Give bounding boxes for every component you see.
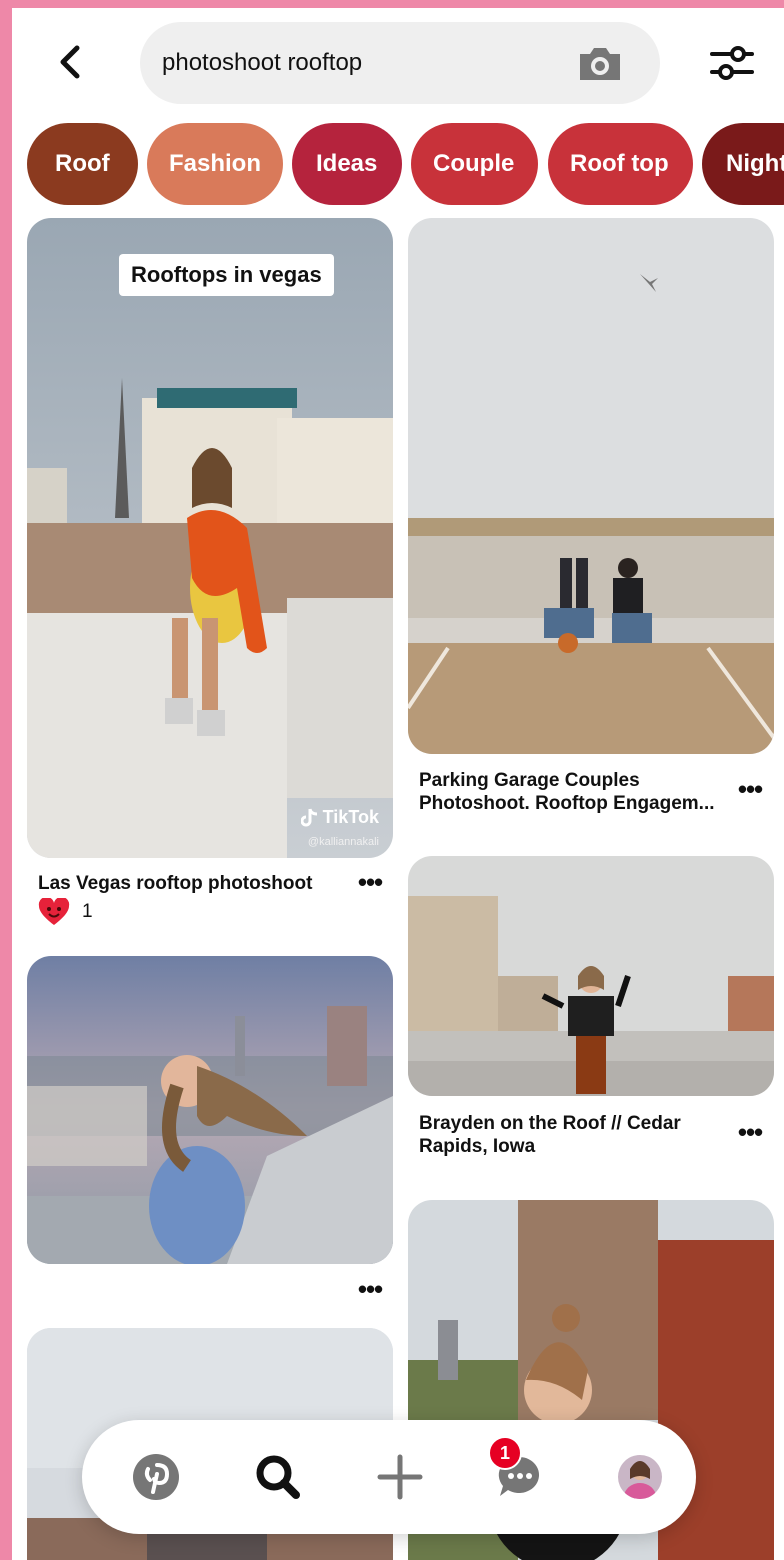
pin-more-button[interactable]: ••• (352, 1276, 388, 1302)
chip-roof-top[interactable]: Roof top (548, 123, 693, 205)
chip-couple[interactable]: Couple (411, 123, 538, 205)
heart-reaction-icon (38, 898, 70, 925)
create-icon (377, 1454, 423, 1500)
camera-search-button[interactable] (576, 44, 624, 84)
back-button[interactable] (48, 40, 92, 84)
nav-profile-button[interactable] (608, 1445, 672, 1509)
pin-more-button[interactable]: ••• (732, 1119, 768, 1145)
pin-image-wind[interactable] (27, 956, 393, 1264)
vegas-photo (27, 218, 393, 858)
pin-more-button[interactable]: ••• (732, 776, 768, 802)
pin-image-garage[interactable] (408, 218, 774, 754)
bottom-nav-bar (82, 1420, 696, 1534)
pin-overlay-label: Rooftops in vegas (119, 254, 334, 296)
messages-badge: 1 (488, 1436, 522, 1470)
pin-title[interactable]: Parking Garage Couples Photoshoot. Rooft… (419, 769, 715, 815)
pin-title[interactable]: Brayden on the Roof // Cedar Rapids, Iow… (419, 1112, 681, 1158)
camera-icon (580, 48, 620, 80)
chip-night[interactable]: Night (702, 123, 784, 205)
pin-image-vegas[interactable]: Rooftops in vegas TikTok @kalliannakali (27, 218, 393, 858)
sliders-icon (710, 46, 754, 80)
nav-search-button[interactable] (246, 1445, 310, 1509)
chip-roof[interactable]: Roof (27, 123, 138, 205)
garage-photo (408, 218, 774, 754)
profile-avatar (618, 1455, 662, 1499)
tiktok-logo-icon (300, 808, 317, 826)
search-results-screen: Roof Fashion Ideas Couple Roof top Night (12, 8, 784, 1560)
search-icon (256, 1455, 300, 1499)
pin-reactions: 1 (38, 898, 93, 926)
related-search-chips: Roof Fashion Ideas Couple Roof top Night (12, 123, 784, 205)
home-icon (133, 1454, 179, 1500)
pin-title[interactable]: Las Vegas rooftop photoshoot (38, 872, 312, 895)
search-input[interactable] (162, 22, 572, 104)
nav-create-button[interactable] (368, 1445, 432, 1509)
chip-fashion[interactable]: Fashion (147, 123, 283, 205)
brayden-photo (408, 856, 774, 1096)
chevron-left-icon (60, 45, 80, 79)
search-bar (140, 22, 660, 104)
filter-button[interactable] (704, 38, 760, 88)
pin-more-button[interactable]: ••• (352, 869, 388, 895)
tiktok-watermark: TikTok (300, 807, 379, 828)
tiktok-handle: @kalliannakali (307, 836, 379, 848)
reaction-count: 1 (82, 901, 93, 922)
wind-photo (27, 956, 393, 1264)
chip-ideas[interactable]: Ideas (292, 123, 402, 205)
nav-home-button[interactable] (124, 1445, 188, 1509)
pin-image-brayden[interactable] (408, 856, 774, 1096)
